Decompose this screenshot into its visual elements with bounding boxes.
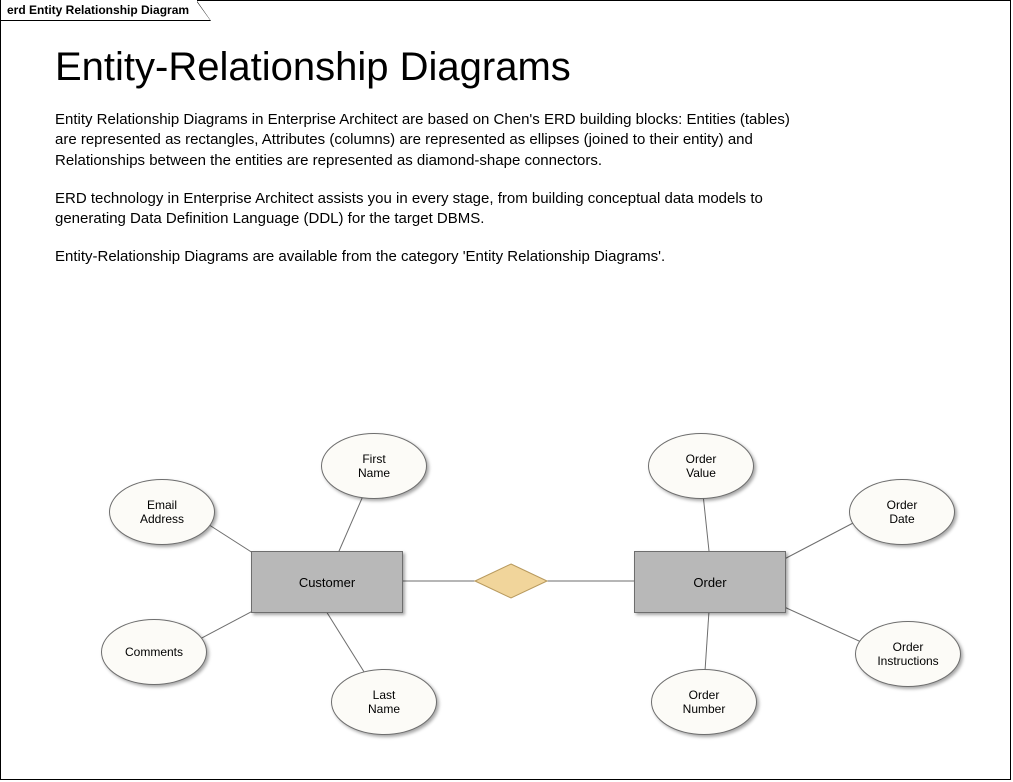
attribute-email-address-label: EmailAddress bbox=[140, 498, 184, 527]
attribute-order-date-label: OrderDate bbox=[887, 498, 918, 527]
page-title: Entity-Relationship Diagrams bbox=[55, 45, 935, 90]
paragraph-1: Entity Relationship Diagrams in Enterpri… bbox=[55, 110, 815, 171]
frame-tab-corner bbox=[197, 1, 211, 21]
attribute-first-name-label: FirstName bbox=[358, 452, 390, 481]
attribute-order-value-label: OrderValue bbox=[686, 452, 717, 481]
attribute-comments-label: Comments bbox=[125, 645, 183, 659]
entity-order-label: Order bbox=[693, 575, 726, 590]
attribute-order-number-label: OrderNumber bbox=[683, 688, 726, 717]
attribute-last-name[interactable]: LastName bbox=[331, 669, 437, 735]
diagram-frame: erd Entity Relationship Diagram Entity-R… bbox=[0, 0, 1011, 780]
attribute-order-value[interactable]: OrderValue bbox=[648, 433, 754, 499]
frame-tab: erd Entity Relationship Diagram bbox=[0, 0, 211, 20]
text-content: Entity-Relationship Diagrams Entity Rela… bbox=[55, 45, 935, 286]
entity-order[interactable]: Order bbox=[634, 551, 786, 613]
attribute-first-name[interactable]: FirstName bbox=[321, 433, 427, 499]
relationship-diamond[interactable] bbox=[474, 563, 548, 599]
paragraph-2: ERD technology in Enterprise Architect a… bbox=[55, 189, 815, 230]
paragraph-3: Entity-Relationship Diagrams are availab… bbox=[55, 247, 815, 267]
entity-customer-label: Customer bbox=[299, 575, 355, 590]
attribute-order-number[interactable]: OrderNumber bbox=[651, 669, 757, 735]
attribute-comments[interactable]: Comments bbox=[101, 619, 207, 685]
attribute-order-instructions[interactable]: OrderInstructions bbox=[855, 621, 961, 687]
attribute-order-date[interactable]: OrderDate bbox=[849, 479, 955, 545]
entity-customer[interactable]: Customer bbox=[251, 551, 403, 613]
frame-tab-label: erd Entity Relationship Diagram bbox=[0, 0, 197, 21]
attribute-order-instructions-label: OrderInstructions bbox=[877, 640, 938, 669]
attribute-email-address[interactable]: EmailAddress bbox=[109, 479, 215, 545]
attribute-last-name-label: LastName bbox=[368, 688, 400, 717]
